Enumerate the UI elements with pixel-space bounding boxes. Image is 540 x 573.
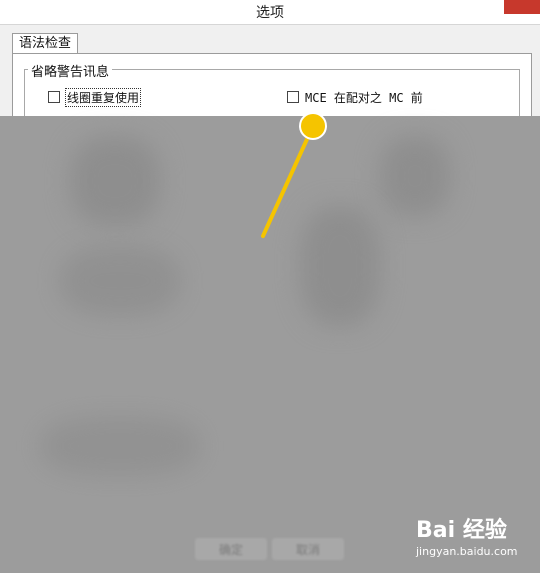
title-bar: 选项 (0, 0, 540, 25)
baidu-watermark: Bai 经验 jingyan.baidu.com (416, 512, 534, 564)
option-label: 线圈重复使用 (64, 87, 142, 107)
close-button[interactable] (504, 0, 540, 14)
group-title: 省略警告讯息 (28, 61, 113, 80)
watermark-url: jingyan.baidu.com (416, 545, 518, 558)
cancel-button[interactable]: 取消 (272, 538, 344, 560)
ok-button[interactable]: 确定 (195, 538, 267, 560)
option-mce-before-mc[interactable]: MCE 在配对之 MC 前 (287, 89, 423, 105)
option-label: MCE 在配对之 MC 前 (305, 90, 423, 105)
cancel-button-label: 取消 (295, 542, 320, 557)
option-coil-reuse[interactable]: 线圈重复使用 (48, 87, 142, 107)
window-title: 选项 (256, 5, 284, 21)
options-dialog: 选项 语法检查 省略警告讯息 线圈重复使用 MCE 在配对之 MC 前 确定 取… (0, 0, 540, 573)
tab-syntax-check[interactable]: 语法检查 (12, 33, 79, 54)
checkbox[interactable] (287, 91, 299, 103)
watermark-brand: Bai 经验 (416, 518, 507, 543)
blurred-overlay: 确定 取消 (0, 116, 540, 573)
ok-button-label: 确定 (218, 542, 243, 557)
checkbox[interactable] (48, 91, 60, 103)
